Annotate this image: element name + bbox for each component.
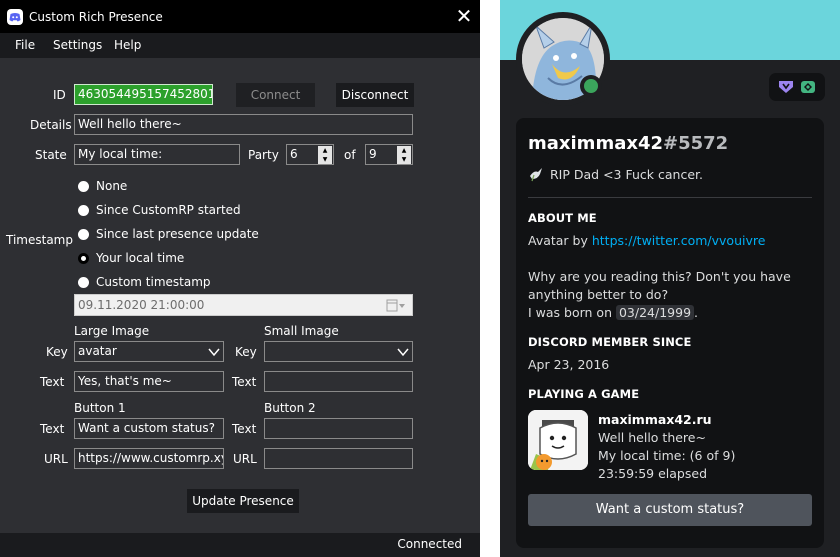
party-of-label: of xyxy=(344,148,356,162)
state-label: State xyxy=(35,148,67,162)
game-name: maximmax42.ru xyxy=(598,412,712,427)
button2-header: Button 2 xyxy=(264,401,316,415)
discord-profile-popout: maximmax42#5572 RIP Dad <3 Fuck cancer. … xyxy=(500,0,840,557)
about-line-3: anything better to do? xyxy=(528,287,669,302)
discriminator: #5572 xyxy=(663,133,729,154)
small-key-label: Key xyxy=(235,345,257,359)
disconnect-button[interactable]: Disconnect xyxy=(336,83,414,107)
calendar-dropdown-icon[interactable] xyxy=(386,299,406,312)
playing-title: PLAYING A GAME xyxy=(528,387,640,401)
large-image-header: Large Image xyxy=(74,324,150,338)
custom-status-text: RIP Dad <3 Fuck cancer. xyxy=(550,167,703,182)
nitro-boost-icon[interactable] xyxy=(800,80,816,94)
party-current-stepper[interactable]: 6 ▲ ▼ xyxy=(286,144,334,165)
online-status-icon xyxy=(584,79,598,93)
hypesquad-icon[interactable] xyxy=(778,80,794,94)
about-me-title: ABOUT ME xyxy=(528,211,597,225)
update-presence-button[interactable]: Update Presence xyxy=(187,489,299,513)
discord-logo-icon xyxy=(7,9,23,25)
chevron-down-icon xyxy=(397,348,409,357)
button1-url-label: URL xyxy=(44,452,68,466)
details-input[interactable]: Well hello there~ xyxy=(74,114,413,135)
custom-status: RIP Dad <3 Fuck cancer. xyxy=(528,166,703,182)
status-bar: Connected xyxy=(0,533,480,557)
button2-url-label: URL xyxy=(233,452,257,466)
about-avatar-line: Avatar by https://twitter.com/vvouivre xyxy=(528,232,765,250)
party-max-stepper[interactable]: 9 ▲ ▼ xyxy=(365,144,413,165)
small-image-key-select[interactable] xyxy=(264,341,413,362)
small-text-label: Text xyxy=(232,375,257,389)
about-born-line: I was born on 03/24/1999. xyxy=(528,304,698,322)
game-elapsed: 23:59:59 elapsed xyxy=(598,466,708,481)
id-label: ID xyxy=(53,88,66,102)
button2-url-input[interactable] xyxy=(264,448,413,469)
details-label: Details xyxy=(30,118,72,132)
large-image-key-value: avatar xyxy=(78,344,117,358)
radio-circle-icon xyxy=(78,205,89,216)
menu-file[interactable]: File xyxy=(15,38,35,52)
divider xyxy=(528,197,812,198)
button1-url-input[interactable]: https://www.customrp.xy xyxy=(74,448,224,469)
stepper-up-icon[interactable]: ▲ xyxy=(397,146,411,155)
small-image-text-input[interactable] xyxy=(264,371,413,392)
timestamp-label: Timestamp xyxy=(6,233,73,247)
about-line-2: Why are you reading this? Don't you have xyxy=(528,269,791,284)
large-key-label: Key xyxy=(46,345,68,359)
small-image-header: Small Image xyxy=(264,324,339,338)
custom-timestamp-value: 09.11.2020 21:00:00 xyxy=(78,298,205,312)
dove-icon xyxy=(530,168,542,182)
about-born-prefix: I was born on xyxy=(528,305,616,320)
close-button[interactable]: ✕ xyxy=(452,6,476,28)
large-text-label: Text xyxy=(40,375,65,389)
radio-checked-icon xyxy=(78,253,89,264)
id-input[interactable]: 463054495157452801 xyxy=(74,84,213,105)
member-since-date: Apr 23, 2016 xyxy=(528,357,610,372)
title-bar: Custom Rich Presence ✕ xyxy=(0,0,480,33)
button1-header: Button 1 xyxy=(74,401,126,415)
party-max-value: 9 xyxy=(369,147,377,161)
button1-text-input[interactable]: Want a custom status? xyxy=(74,418,224,439)
stepper-down-icon[interactable]: ▼ xyxy=(318,155,332,164)
party-current-value: 6 xyxy=(290,147,298,161)
connect-button[interactable]: Connect xyxy=(236,83,315,107)
custom-status-button[interactable]: Want a custom status? xyxy=(528,494,812,526)
about-avatar-prefix: Avatar by xyxy=(528,233,592,248)
button2-text-input[interactable] xyxy=(264,418,413,439)
username[interactable]: maximmax42#5572 xyxy=(528,133,728,154)
menu-bar: File Settings Help xyxy=(0,33,480,58)
radio-circle-icon xyxy=(78,181,89,192)
custom-rp-window: Custom Rich Presence ✕ File Settings Hel… xyxy=(0,0,480,557)
radio-circle-icon xyxy=(78,277,89,288)
game-state: My local time: (6 of 9) xyxy=(598,448,736,463)
chevron-down-icon xyxy=(208,348,220,357)
game-avatar-image xyxy=(528,410,588,470)
game-details: Well hello there~ xyxy=(598,430,706,445)
birth-date: 03/24/1999 xyxy=(615,305,695,320)
about-born-suffix: . xyxy=(694,305,699,320)
button1-text-label: Text xyxy=(40,422,65,436)
profile-card: maximmax42#5572 RIP Dad <3 Fuck cancer. … xyxy=(516,118,824,548)
stepper-down-icon[interactable]: ▼ xyxy=(397,155,411,164)
state-input[interactable]: My local time: xyxy=(74,144,240,165)
stepper-up-icon[interactable]: ▲ xyxy=(318,146,332,155)
menu-help[interactable]: Help xyxy=(114,38,141,52)
radio-circle-icon xyxy=(78,229,89,240)
connection-status: Connected xyxy=(397,537,462,551)
button2-text-label: Text xyxy=(232,422,257,436)
window-title: Custom Rich Presence xyxy=(29,10,163,24)
menu-settings[interactable]: Settings xyxy=(53,38,102,52)
avatar-credit-link[interactable]: https://twitter.com/vvouivre xyxy=(592,233,766,248)
large-image-text-input[interactable]: Yes, that's me~ xyxy=(74,371,224,392)
large-image-key-select[interactable]: avatar xyxy=(74,341,224,362)
username-text: maximmax42 xyxy=(528,133,663,154)
party-label: Party xyxy=(248,148,279,162)
custom-timestamp-picker[interactable]: 09.11.2020 21:00:00 xyxy=(74,294,413,316)
game-large-image xyxy=(528,410,588,470)
member-since-title: DISCORD MEMBER SINCE xyxy=(528,335,692,349)
profile-badges xyxy=(769,73,825,101)
